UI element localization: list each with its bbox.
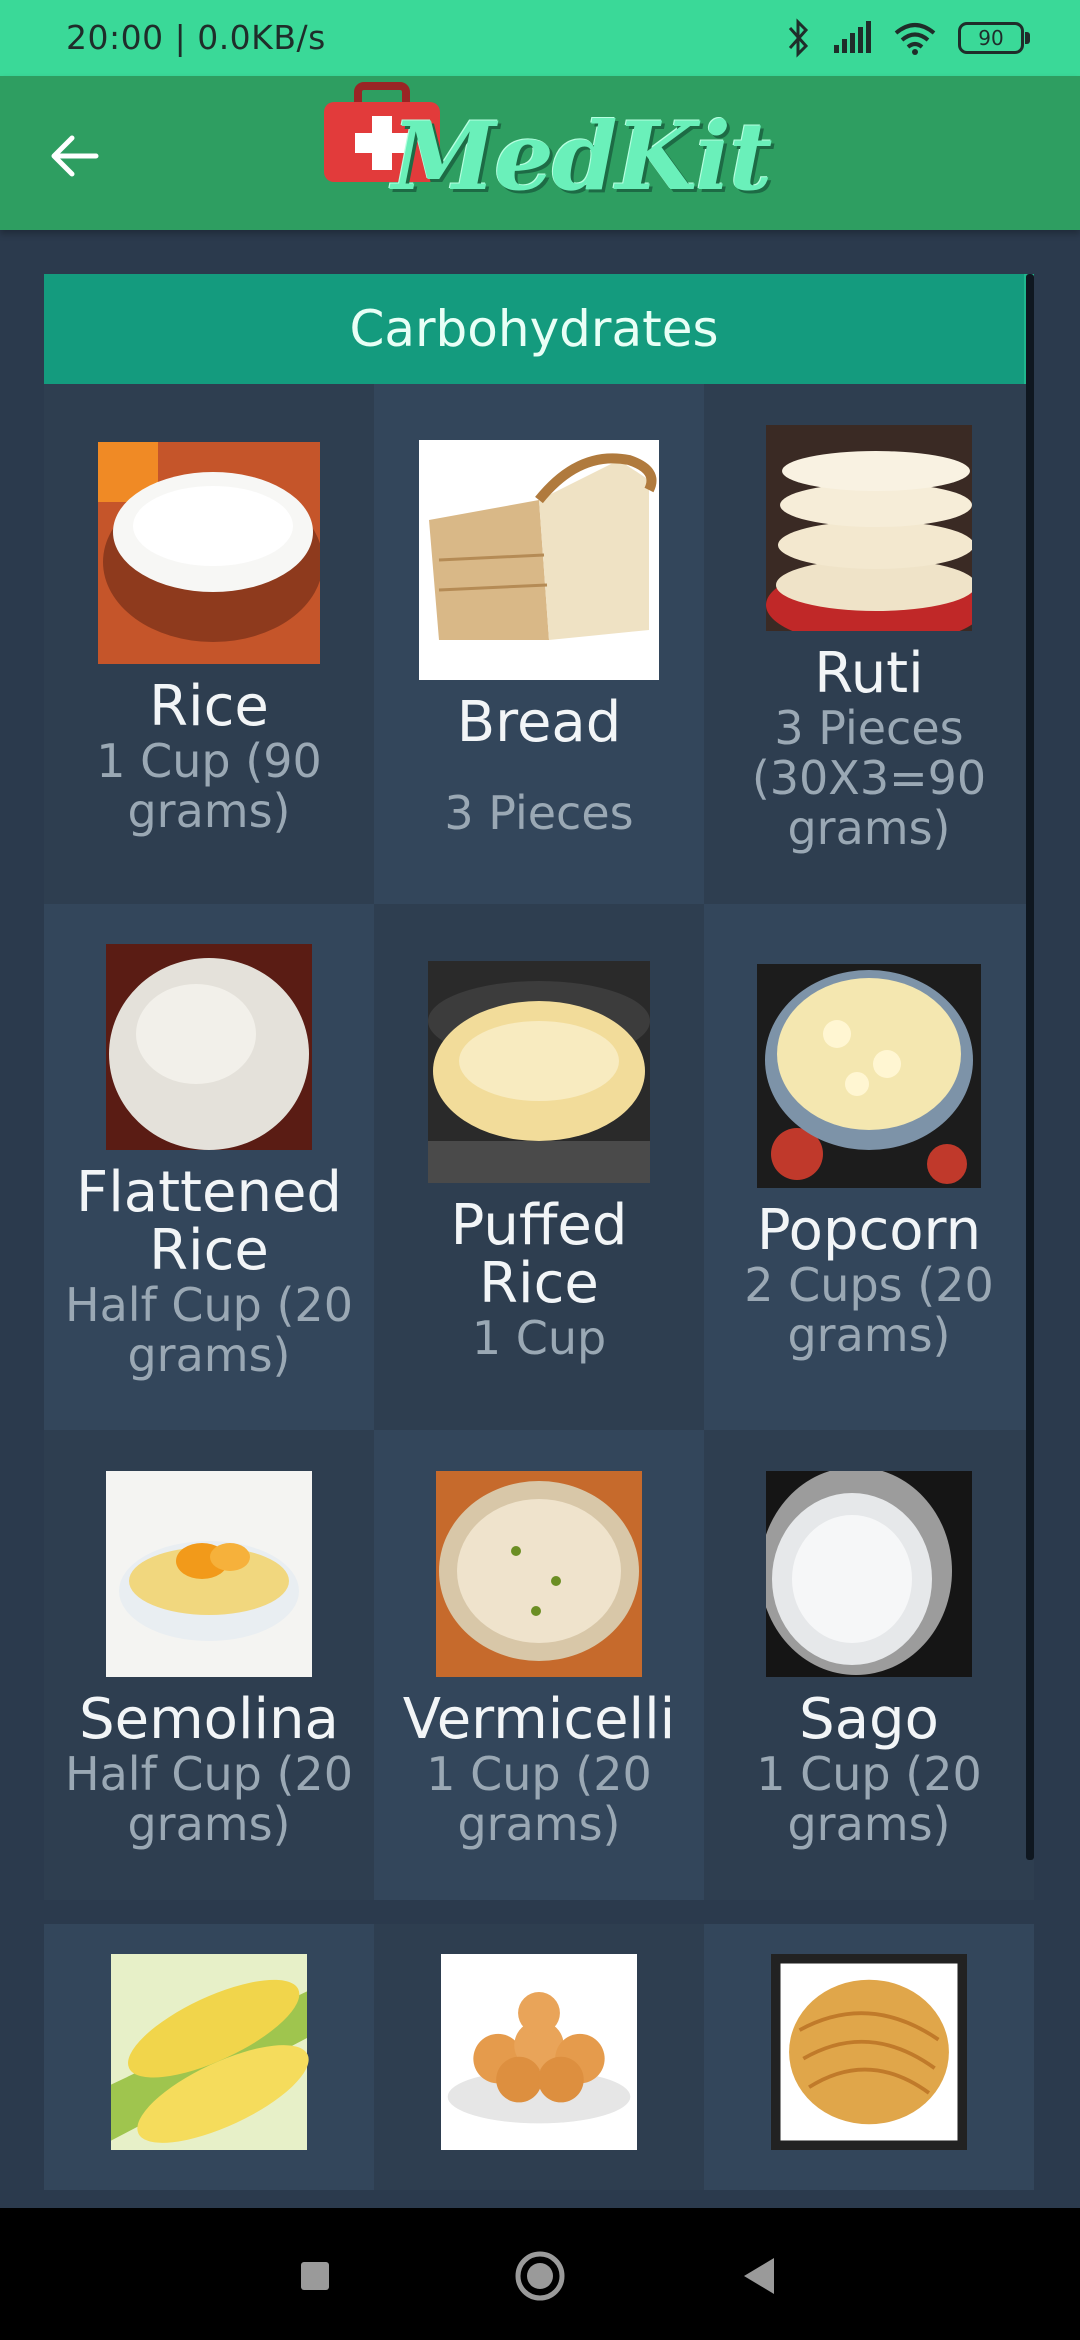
food-quantity: 3 Pieces (30X3=90 grams) <box>751 701 987 855</box>
food-item-puffed-rice[interactable]: Puffed Rice 1 Cup <box>374 904 704 1430</box>
food-quantity: 1 Cup (90 grams) <box>96 734 322 838</box>
navigation-bar <box>0 2208 1080 2340</box>
food-quantity: 1 Cup <box>471 1311 607 1365</box>
corn-image <box>111 1954 309 2150</box>
food-item-corn[interactable] <box>44 1924 374 2190</box>
vermicelli-image <box>436 1471 642 1677</box>
food-name: Flattened Rice <box>76 1160 342 1283</box>
logo-text: MedKit <box>392 102 772 212</box>
semolina-image <box>106 1471 312 1677</box>
food-grid: Rice 1 Cup (90 grams) Bread 3 Pieces Rut… <box>44 384 1034 2190</box>
app-bar: MedKit <box>0 76 1080 230</box>
bread-image <box>419 440 659 680</box>
status-time: 20:00 | 0.0KB/s <box>66 18 326 57</box>
food-item-bread[interactable]: Bread 3 Pieces <box>374 384 704 904</box>
food-name: Puffed Rice <box>450 1193 628 1316</box>
rice-image <box>98 442 320 664</box>
scrollbar[interactable] <box>1026 274 1034 1860</box>
food-item-vermicelli[interactable]: Vermicelli 1 Cup (20 grams) <box>374 1430 704 1900</box>
food-item-semolina[interactable]: Semolina Half Cup (20 grams) <box>44 1430 374 1900</box>
food-name: Rice <box>149 674 269 739</box>
recents-square-icon[interactable] <box>285 2246 345 2306</box>
status-icons: 90 <box>786 16 1030 60</box>
sago-image <box>766 1471 972 1677</box>
bluetooth-icon <box>788 18 809 58</box>
food-quantity: 1 Cup (20 grams) <box>756 1747 982 1851</box>
food-item-popcorn[interactable]: Popcorn 2 Cups (20 grams) <box>704 904 1034 1430</box>
category-title: Carbohydrates <box>44 274 1034 384</box>
food-name: Vermicelli <box>402 1687 676 1752</box>
popcorn-image <box>757 964 981 1188</box>
food-name: Bread <box>456 690 622 755</box>
home-circle-icon[interactable] <box>510 2246 570 2306</box>
food-name: Semolina <box>79 1687 339 1752</box>
battery-indicator: 90 <box>958 22 1030 54</box>
wifi-icon <box>894 23 936 55</box>
puffed-rice-image <box>428 961 650 1183</box>
food-quantity: Half Cup (20 grams) <box>65 1278 353 1382</box>
status-bar: 20:00 | 0.0KB/s 90 <box>0 0 1080 76</box>
back-arrow-icon[interactable] <box>44 124 108 188</box>
noodles-image <box>771 1954 967 2150</box>
battery-level: 90 <box>978 26 1004 50</box>
food-name: Sago <box>799 1687 939 1752</box>
food-quantity: Half Cup (20 grams) <box>65 1747 353 1851</box>
food-name: Popcorn <box>756 1198 982 1263</box>
food-name: Ruti <box>814 641 924 706</box>
flattened-rice-image <box>106 944 312 1150</box>
ruti-image <box>766 425 972 631</box>
food-item-rice[interactable]: Rice 1 Cup (90 grams) <box>44 384 374 904</box>
food-item-noodles[interactable] <box>704 1924 1034 2190</box>
food-item-biscuits[interactable] <box>374 1924 704 2190</box>
biscuits-image <box>441 1954 637 2150</box>
food-item-ruti[interactable]: Ruti 3 Pieces (30X3=90 grams) <box>704 384 1034 904</box>
back-triangle-icon[interactable] <box>730 2246 790 2306</box>
food-quantity: 1 Cup (20 grams) <box>426 1747 652 1851</box>
food-quantity: 3 Pieces <box>444 786 634 840</box>
food-item-sago[interactable]: Sago 1 Cup (20 grams) <box>704 1430 1034 1900</box>
signal-icon <box>834 21 871 53</box>
food-item-flattened-rice[interactable]: Flattened Rice Half Cup (20 grams) <box>44 904 374 1430</box>
food-quantity: 2 Cups (20 grams) <box>744 1258 994 1362</box>
medkit-logo: MedKit <box>320 82 772 228</box>
